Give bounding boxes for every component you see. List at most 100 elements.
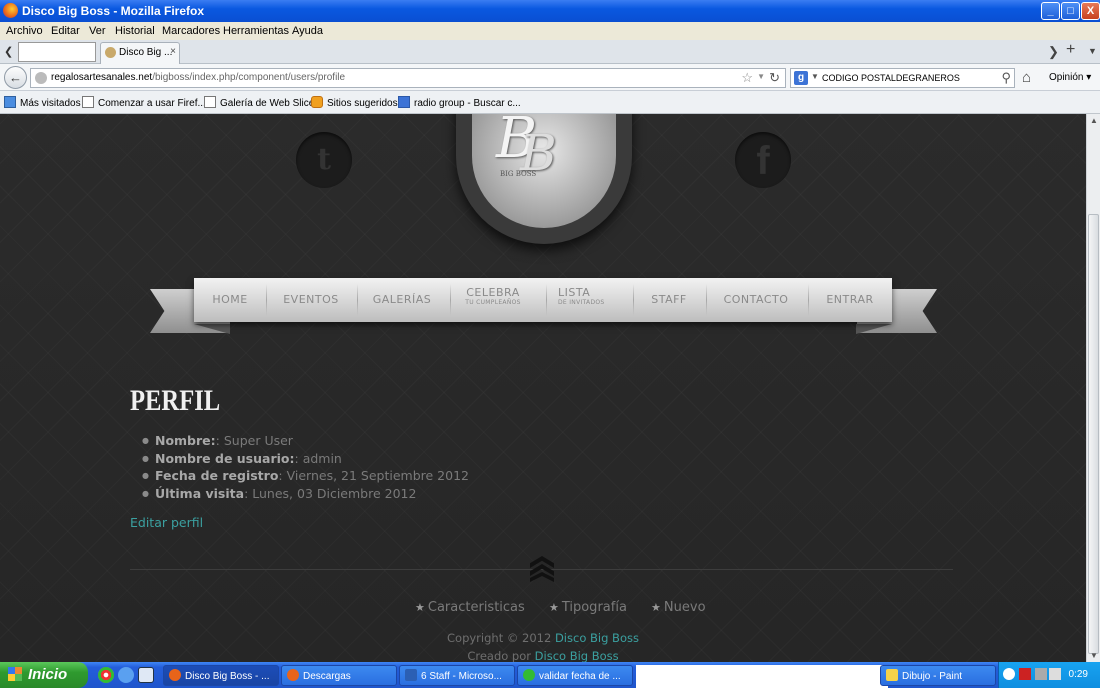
bookmark-icon [82,96,94,108]
tab-scroll-right-icon[interactable]: ❯ [1048,44,1059,60]
search-engine-dropdown-icon[interactable]: ▼ [811,72,819,81]
url-text: regalosartesanales.net/bigboss/index.php… [51,72,346,83]
task-blank[interactable] [636,665,888,688]
search-icon[interactable]: ⚲ [1001,70,1011,86]
task-firefox[interactable]: Disco Big Boss - ... [163,665,279,686]
menu-herramientas[interactable]: Herramientas [223,25,289,37]
ie-icon[interactable] [118,667,134,683]
star-icon: ★ [415,601,425,614]
bookmark-star-icon[interactable]: ☆ [741,70,753,86]
list-item: Nombre:: Super User [142,432,469,450]
created-by-link[interactable]: Disco Big Boss [535,649,619,662]
close-button[interactable]: X [1081,2,1100,20]
footer-links: ★ Caracteristicas ★ Tipografía ★ Nuevo [415,600,726,615]
start-button[interactable]: Inicio [0,662,88,688]
tab-label: Disco Big ... [119,47,173,58]
title-bar: Disco Big Boss - Mozilla Firefox _ □ X [0,0,1100,22]
opinion-button[interactable]: Opinión ▾ [1049,72,1091,83]
window-title: Disco Big Boss - Mozilla Firefox [22,4,205,18]
menu-historial[interactable]: Historial [115,25,155,37]
home-icon[interactable]: ⌂ [1022,69,1031,86]
nav-home[interactable]: HOME [204,278,256,322]
tab-list-icon[interactable]: ▼ [1088,46,1097,56]
copyright: Copyright © 2012 Disco Big Boss [447,631,639,645]
bookmark-icon [4,96,16,108]
tab-empty[interactable] [18,42,96,62]
menu-marcadores[interactable]: Marcadores [162,25,220,37]
menu-ayuda[interactable]: Ayuda [292,25,323,37]
clock: 0:29 [1068,669,1088,680]
tab-close-icon[interactable]: × [170,46,176,57]
tray-volume-icon[interactable] [1049,668,1061,680]
nav-celebra[interactable]: CELEBRA TU CUMPLEAÑOS [459,278,527,322]
bookmark-mas-visitados[interactable]: Más visitados [4,96,81,109]
new-tab-icon[interactable]: + [1066,41,1075,59]
system-tray: 0:29 [998,662,1100,688]
nav-staff[interactable]: STAFF [640,278,698,322]
back-button[interactable]: ← [4,66,27,89]
menu-archivo[interactable]: Archivo [6,25,43,37]
maximize-button[interactable]: □ [1061,2,1080,20]
tray-expand-icon[interactable] [1003,668,1015,680]
bookmark-comenzar[interactable]: Comenzar a usar Firef... [82,96,206,109]
page-title: PERFIL [130,384,221,417]
footer-link-caracteristicas[interactable]: ★ Caracteristicas [415,600,535,615]
bookmarks-bar: Más visitados Comenzar a usar Firef... G… [0,91,1100,114]
menu-ver[interactable]: Ver [89,25,106,37]
star-icon: ★ [651,601,661,614]
bookmark-galeria[interactable]: Galería de Web Slice [204,96,314,109]
copyright-link[interactable]: Disco Big Boss [555,631,639,645]
menu-editar[interactable]: Editar [51,25,80,37]
scroll-down-icon[interactable]: ▼ [1090,651,1098,660]
footer-link-tipografia[interactable]: ★ Tipografía [549,600,637,615]
task-paint[interactable]: Dibujo - Paint [880,665,996,686]
url-bar[interactable]: regalosartesanales.net/bigboss/index.php… [30,68,786,88]
bookmark-sitios-sugeridos[interactable]: Sitios sugeridos [311,96,398,109]
nav-lista[interactable]: LISTA DE INVITADOS [558,278,614,322]
page-content: t f B B BIG BOSS HOME EVENTOS GALERÍAS C… [0,114,1086,662]
tab-disco-big-boss[interactable]: Disco Big ... × [100,42,180,64]
bookmark-icon [204,96,216,108]
google-icon [398,96,410,108]
scroll-up-icon[interactable]: ▲ [1090,116,1098,125]
minimize-button[interactable]: _ [1041,2,1060,20]
created-by: Creado por Disco Big Boss [467,649,619,662]
task-word[interactable]: 6 Staff - Microso... [399,665,515,686]
edit-profile-link[interactable]: Editar perfil [130,515,203,530]
site-logo[interactable]: B B BIG BOSS [456,114,632,244]
twitter-icon[interactable]: t [296,132,352,188]
scrollbar[interactable]: ▲ ▼ [1086,114,1100,662]
list-item: Nombre de usuario:: admin [142,450,469,468]
tab-scroll-left-icon[interactable]: ❮ [4,45,13,58]
back-to-top-icon[interactable] [530,554,554,582]
nav-contacto[interactable]: CONTACTO [716,278,796,322]
reload-icon[interactable]: ↻ [769,70,780,86]
windows-flag-icon [8,667,22,681]
nav-galerias[interactable]: GALERÍAS [366,278,438,322]
desktop-icon[interactable] [138,667,154,683]
list-item: Última visita: Lunes, 03 Diciembre 2012 [142,485,469,503]
nav-eventos[interactable]: EVENTOS [276,278,346,322]
bookmark-icon [311,96,323,108]
nav-entrar[interactable]: ENTRAR [818,278,882,322]
main-nav: HOME EVENTOS GALERÍAS CELEBRA TU CUMPLEAÑ… [194,278,892,322]
star-icon: ★ [548,601,559,614]
search-bar[interactable]: g ▼ CODIGO POSTALDEGRANEROS ⚲ [790,68,1015,88]
menu-bar: Archivo Editar Ver Historial Marcadores … [0,22,1100,40]
firefox-icon [3,3,18,18]
google-icon[interactable]: g [794,71,808,85]
chrome-icon[interactable] [98,667,114,683]
footer-link-nuevo[interactable]: ★ Nuevo [651,600,715,615]
facebook-icon[interactable]: f [735,132,791,188]
bookmark-radio-group[interactable]: radio group - Buscar c... [398,96,521,109]
task-chrome[interactable]: validar fecha de ... [517,665,633,686]
url-dropdown-icon[interactable]: ▼ [757,72,765,81]
tray-app-icon[interactable] [1019,668,1031,680]
tab-strip: ❮ Disco Big ... × ❯ + ▼ [0,40,1100,64]
list-item: Fecha de registro: Viernes, 21 Septiembr… [142,467,469,485]
task-descargas[interactable]: Descargas [281,665,397,686]
scrollbar-thumb[interactable] [1088,214,1099,654]
search-input[interactable]: CODIGO POSTALDEGRANEROS [822,73,960,83]
site-favicon-icon [105,47,116,58]
tray-network-icon[interactable] [1035,668,1047,680]
